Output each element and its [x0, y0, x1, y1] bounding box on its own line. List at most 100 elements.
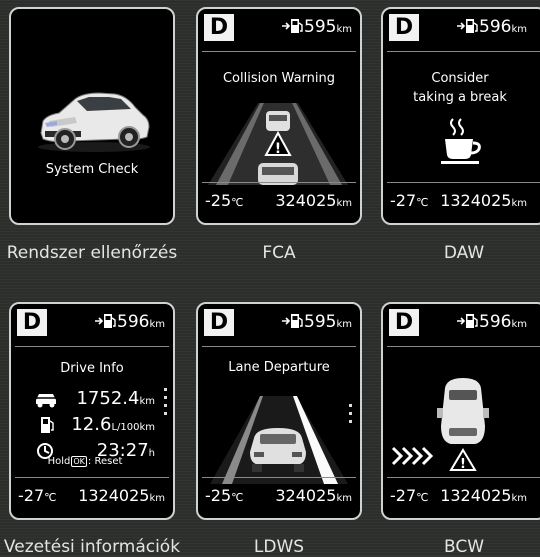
drive-info-caption: Vezetési információk [3, 537, 181, 557]
ldws-caption: LDWS [253, 537, 305, 557]
fca-caption: FCA [262, 243, 296, 263]
temp-unit: ℃ [231, 491, 244, 504]
outside-temperature: -27℃ [390, 486, 429, 505]
fuel-pump-icon [282, 314, 303, 328]
system-check-panel[interactable]: System Check [9, 7, 175, 225]
fuel-pump-icon [457, 314, 478, 328]
odo-unit: km [511, 198, 527, 209]
range-value: 596 [479, 17, 512, 37]
odo-value: 1324025 [78, 486, 150, 505]
outside-temperature: -27℃ [390, 191, 429, 210]
ok-key-badge: OK [71, 456, 87, 467]
odo-unit: km [336, 198, 352, 209]
range-readout: 596km [457, 17, 527, 37]
consumption-row: 12.6L/100km [11, 414, 173, 436]
odometer: 1324025km [440, 191, 527, 210]
consumption-readout: 12.6L/100km [71, 414, 155, 435]
bottom-separator [387, 182, 540, 183]
range-value: 596 [117, 312, 150, 332]
drive-info-top-bar: D 596km [11, 304, 173, 340]
temp-value: -27 [18, 486, 45, 505]
system-check-screen: System Check [11, 9, 173, 223]
odometer: 324025km [275, 191, 352, 210]
consumption-value: 12.6 [71, 414, 112, 435]
odo-value: 324025 [275, 486, 337, 505]
outside-temperature: -25℃ [205, 486, 244, 505]
daw-top-bar: D 596km [383, 9, 540, 45]
temp-unit: ℃ [416, 491, 429, 504]
range-readout: 595km [282, 17, 352, 37]
fca-warning-title: Collision Warning [222, 71, 336, 86]
fuel-pump-icon [282, 19, 303, 33]
bcw-screen: D 596km ! -27℃ 1324025km [383, 304, 540, 518]
consumption-unit: L/100km [111, 422, 155, 433]
temp-unit: ℃ [44, 491, 57, 504]
ldws-warning-title: Lane Departure [228, 360, 330, 375]
outside-temperature: -25℃ [205, 191, 244, 210]
collision-road-graphic: ! [208, 103, 348, 185]
system-check-caption: Rendszer ellenőrzés [6, 243, 178, 263]
hold-prefix: Hold [47, 456, 71, 467]
bottom-separator [15, 477, 169, 478]
fca-bottom-bar: -25℃ 324025km [198, 191, 360, 215]
gear-indicator: D [204, 309, 234, 336]
ldws-screen: D 595km Lane Departure -25℃ 324025km [198, 304, 360, 518]
blind-spot-graphic: ! [391, 378, 489, 472]
range-unit: km [511, 24, 527, 35]
outside-temperature: -27℃ [18, 486, 57, 505]
bcw-top-bar: D 596km [383, 304, 540, 340]
odo-unit: km [511, 493, 527, 504]
top-separator [202, 51, 356, 52]
odo-value: 1324025 [440, 486, 512, 505]
ldws-bottom-bar: -25℃ 324025km [198, 486, 360, 510]
page-indicator [164, 388, 167, 420]
hold-reset-hint: Hold OK: Reset [11, 456, 173, 467]
range-value: 596 [479, 312, 512, 332]
daw-panel[interactable]: D 596km Consider taking a break -27℃ 132… [381, 7, 540, 225]
hold-suffix: : Reset [87, 456, 123, 467]
distance-readout: 1752.4km [76, 388, 155, 409]
gear-indicator: D [204, 14, 234, 41]
range-readout: 595km [282, 312, 352, 332]
daw-bottom-bar: -27℃ 1324025km [383, 191, 540, 215]
ldws-panel[interactable]: D 595km Lane Departure -25℃ 324025km [196, 302, 362, 520]
odo-unit: km [336, 493, 352, 504]
temp-value: -27 [390, 191, 417, 210]
range-readout: 596km [457, 312, 527, 332]
daw-caption: DAW [443, 243, 485, 263]
drive-info-panel[interactable]: D 596km Drive Info 1752.4km 12.6L/100km … [9, 302, 175, 520]
bottom-separator [387, 477, 540, 478]
svg-text:!: ! [275, 141, 281, 157]
range-unit: km [336, 24, 352, 35]
bcw-panel[interactable]: D 596km ! -27℃ 1324025km [381, 302, 540, 520]
range-readout: 596km [95, 312, 165, 332]
odometer: 324025km [275, 486, 352, 505]
temp-value: -25 [205, 191, 232, 210]
top-separator [15, 346, 169, 347]
gear-indicator: D [389, 309, 419, 336]
odo-value: 324025 [275, 191, 337, 210]
lane-departure-graphic [210, 396, 348, 484]
bcw-caption: BCW [443, 537, 485, 557]
fuel-pump-icon [457, 19, 478, 33]
fca-panel[interactable]: D 595km Collision Warning ! -25℃ 324025k… [196, 7, 362, 225]
drive-info-bottom-bar: -27℃ 1324025km [11, 486, 173, 510]
top-separator [387, 346, 540, 347]
range-unit: km [511, 319, 527, 330]
odo-value: 1324025 [440, 191, 512, 210]
temp-unit: ℃ [416, 196, 429, 209]
gear-indicator: D [389, 14, 419, 41]
odo-unit: km [149, 493, 165, 504]
top-separator [202, 346, 356, 347]
daw-message-line2: taking a break [413, 90, 507, 105]
temp-value: -25 [205, 486, 232, 505]
trip-distance-icon [33, 394, 59, 408]
range-value: 595 [304, 17, 337, 37]
fca-top-bar: D 595km [198, 9, 360, 45]
daw-screen: D 596km Consider taking a break -27℃ 132… [383, 9, 540, 223]
bottom-separator [202, 477, 356, 478]
ldws-top-bar: D 595km [198, 304, 360, 340]
temp-value: -27 [390, 486, 417, 505]
svg-text:!: ! [460, 457, 466, 472]
distance-row: 1752.4km [11, 388, 173, 410]
